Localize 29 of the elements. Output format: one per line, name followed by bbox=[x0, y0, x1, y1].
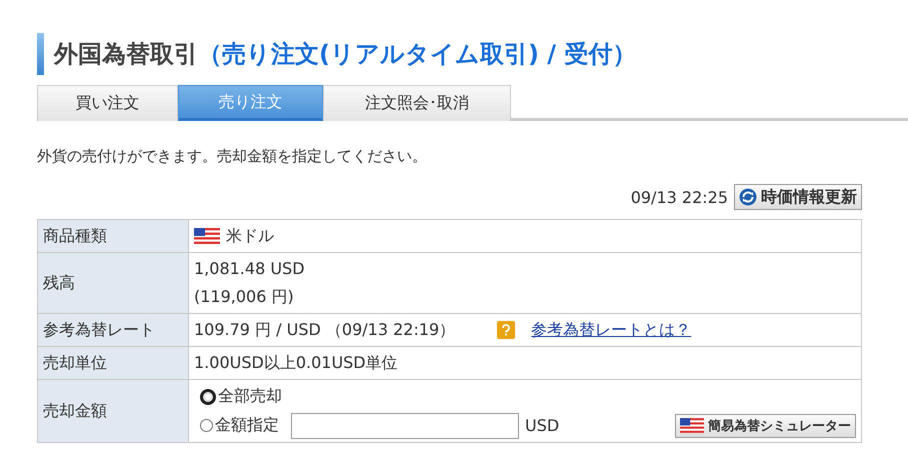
row-label: 売却単位 bbox=[38, 346, 188, 380]
option-label[interactable]: 全部売却 bbox=[218, 386, 282, 407]
title-accent-bar bbox=[37, 33, 44, 75]
balance-text: 1,081.48 USD bbox=[194, 258, 306, 280]
radio-button[interactable] bbox=[200, 419, 213, 432]
radio-button[interactable] bbox=[200, 388, 216, 404]
simulator-button[interactable]: 簡易為替シミュレーター bbox=[675, 414, 856, 438]
row-label: 売却金額 bbox=[38, 380, 188, 442]
balance-text: (119,006 円) bbox=[194, 286, 295, 308]
amount-input[interactable] bbox=[291, 412, 519, 438]
page-title: 外国為替取引（売り注文(リアルタイム取引) / 受付） bbox=[54, 39, 636, 70]
rate-text: 109.79 円 / USD （09/13 22:19） bbox=[194, 320, 456, 340]
flag-icon bbox=[680, 418, 704, 433]
unit-label: USD bbox=[525, 416, 560, 435]
refresh-icon bbox=[739, 188, 757, 206]
flag-icon bbox=[194, 228, 220, 244]
unit-text: 1.00USD以上0.01USD単位 bbox=[194, 352, 398, 372]
tab[interactable]: 買い注文 bbox=[37, 85, 178, 121]
refresh-button[interactable]: 時価情報更新 bbox=[734, 184, 862, 210]
timestamp: 09/13 22:25 bbox=[630, 188, 728, 206]
row-label: 商品種類 bbox=[38, 220, 188, 252]
tab[interactable]: 注文照会･取消 bbox=[323, 85, 511, 121]
currency-name: 米ドル bbox=[226, 226, 274, 246]
description-text: 外貨の売付けができます。売却金額を指定してください。 bbox=[37, 147, 428, 166]
rate-info-link[interactable]: 参考為替レートとは？ bbox=[531, 320, 692, 340]
row-label: 残高 bbox=[38, 252, 188, 314]
row-label: 参考為替レート bbox=[38, 314, 188, 346]
option-label[interactable]: 金額指定 bbox=[215, 415, 279, 436]
help-icon bbox=[497, 321, 516, 339]
